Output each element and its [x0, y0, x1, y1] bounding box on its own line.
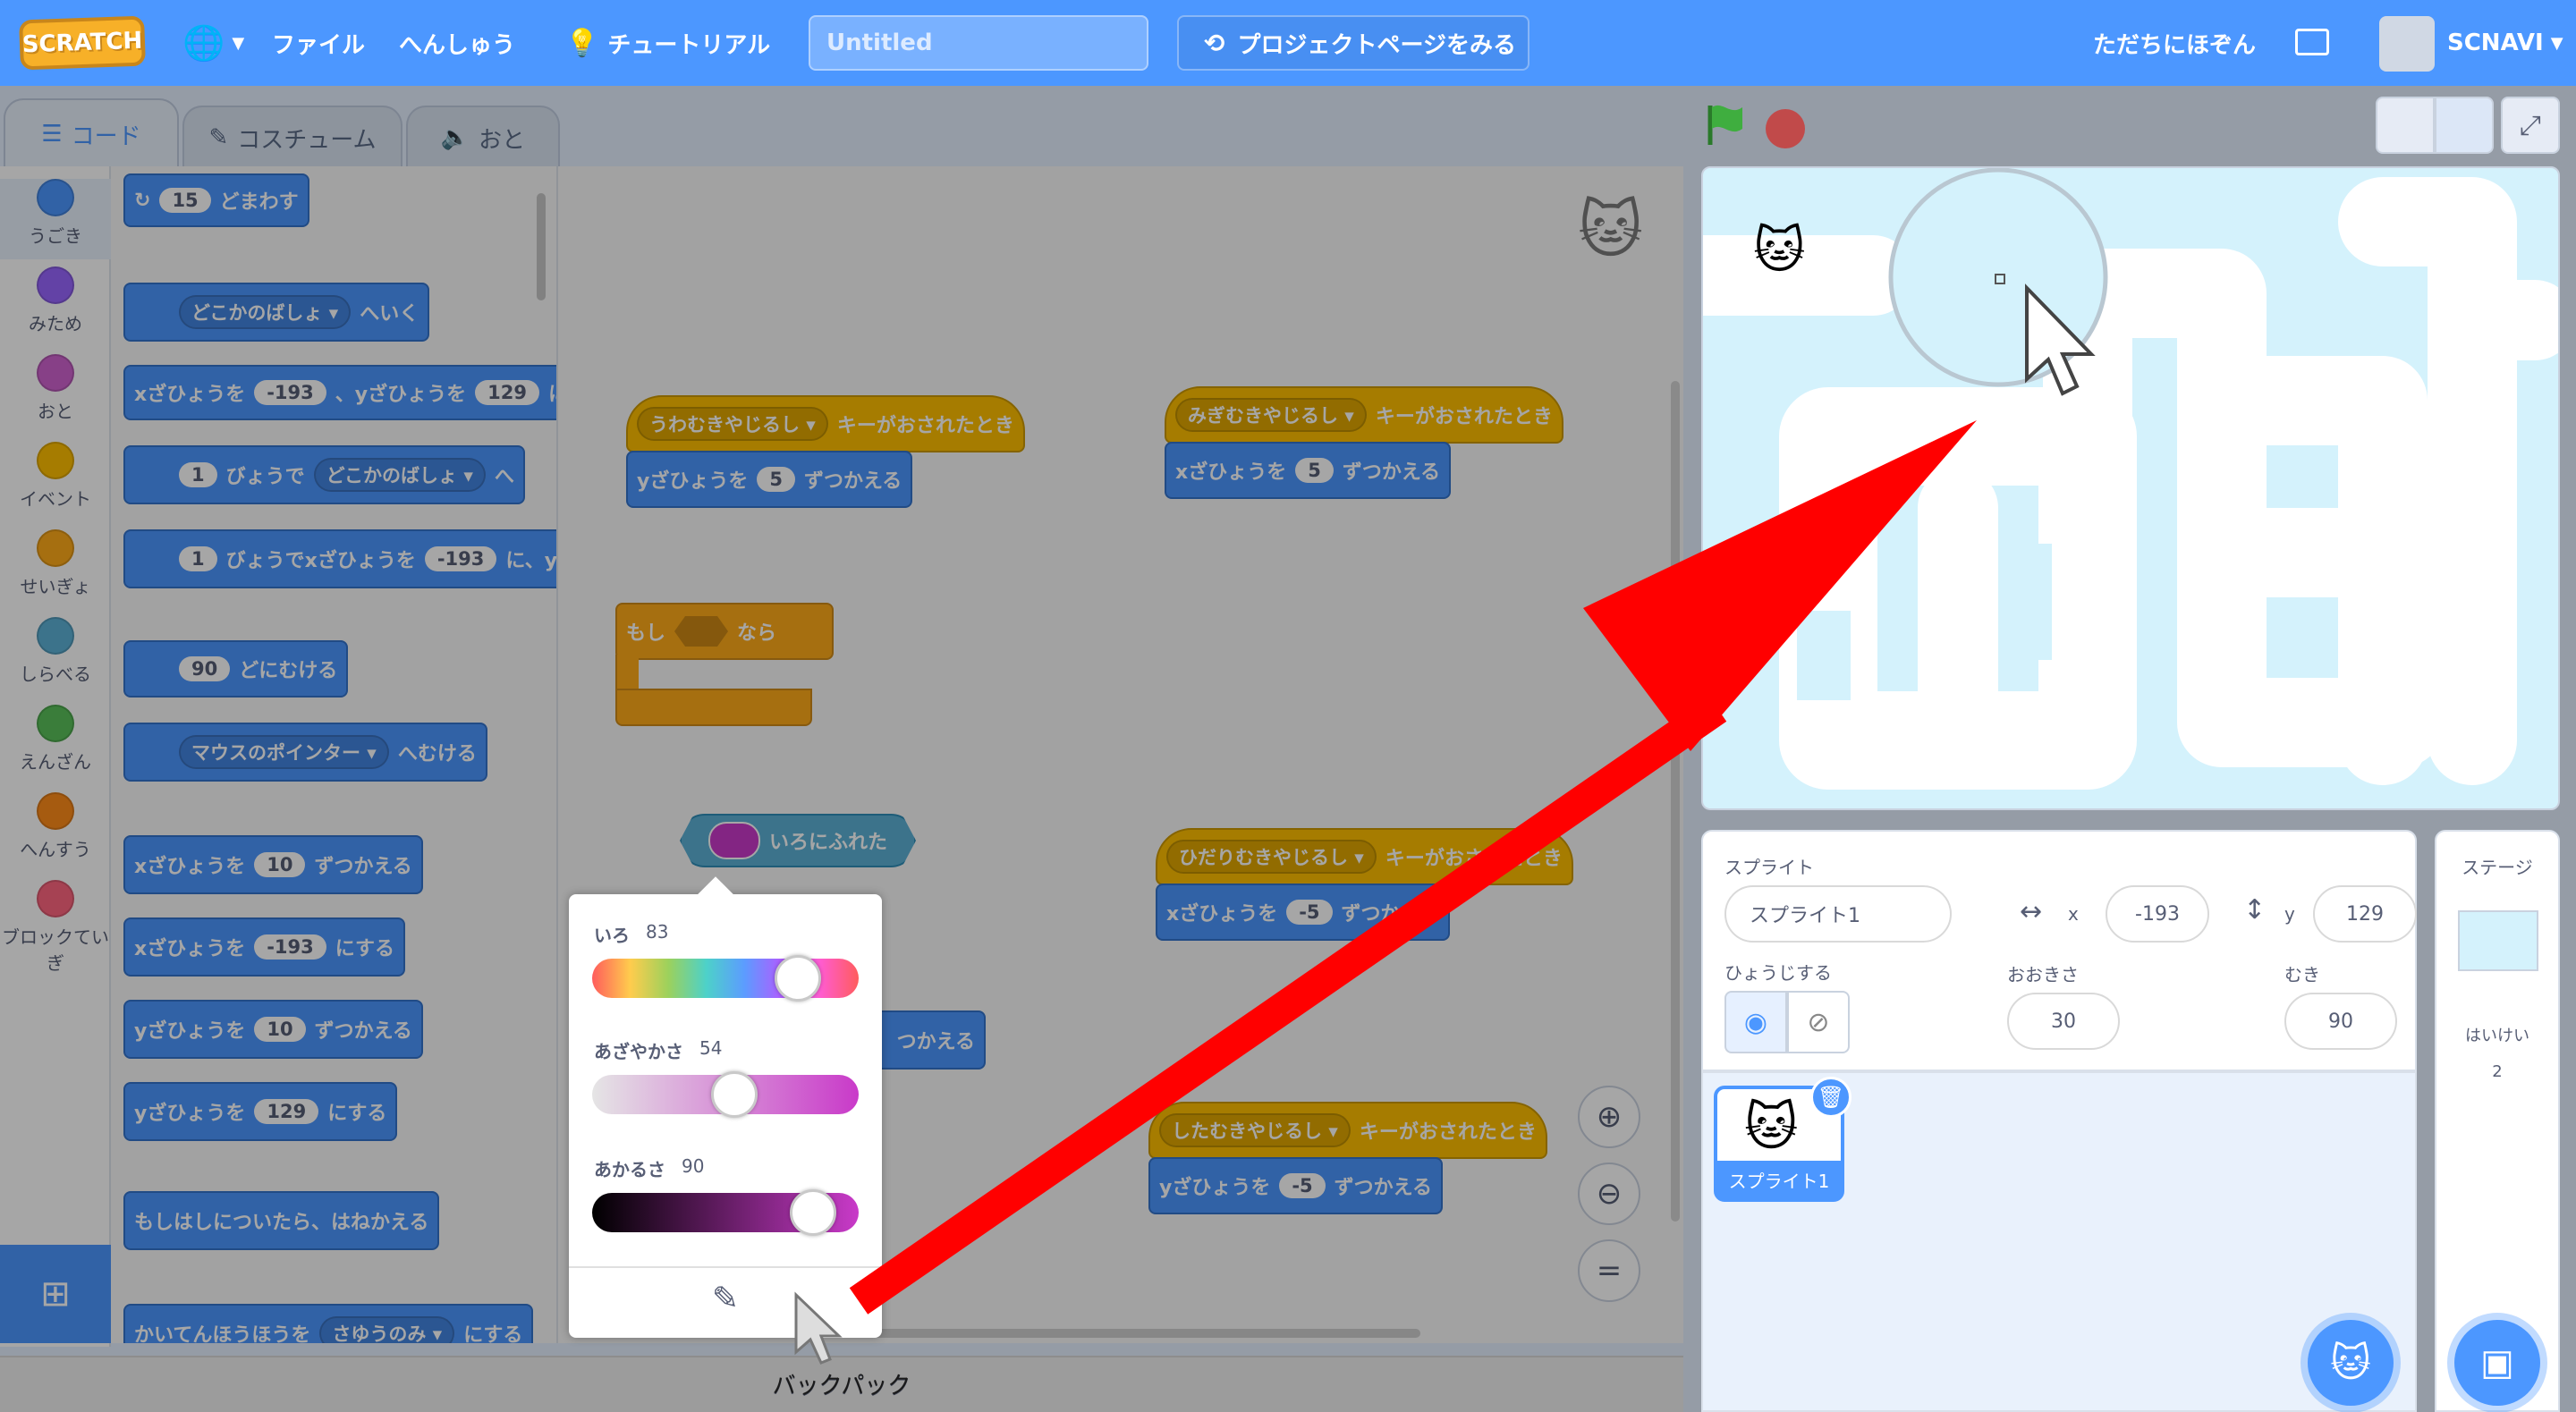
annotation-arrow-head	[1583, 420, 1977, 751]
annotation-arrow-shaft	[849, 695, 1727, 1315]
annotation-layer	[794, 283, 2096, 1365]
pointer-cursor-picker	[794, 1291, 843, 1365]
pointer-cursor-stage	[2025, 283, 2096, 396]
